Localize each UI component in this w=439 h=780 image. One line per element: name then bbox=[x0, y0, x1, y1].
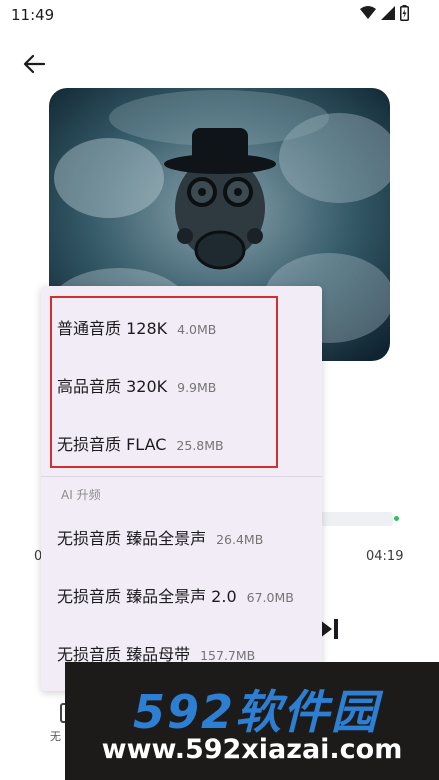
status-bar: 11:49 bbox=[0, 0, 439, 32]
status-icons bbox=[360, 5, 409, 21]
battery-icon bbox=[400, 5, 409, 21]
status-time: 11:49 bbox=[11, 6, 55, 24]
watermark-banner: 592软件园 www.592xiazai.com bbox=[65, 662, 439, 780]
quality-item-standard[interactable]: 普通音质 128K 4.0MB bbox=[57, 315, 216, 339]
quality-item-atmos-2[interactable]: 无损音质 臻品全景声 2.0 67.0MB bbox=[57, 583, 294, 607]
quality-name: 无损音质 臻品全景声 2.0 bbox=[57, 587, 237, 606]
signal-icon bbox=[381, 6, 395, 20]
progress-indicator bbox=[394, 516, 399, 521]
menu-divider bbox=[41, 476, 322, 477]
quality-size: 25.8MB bbox=[176, 438, 224, 453]
quality-size: 9.9MB bbox=[177, 380, 217, 395]
quality-name: 无损音质 臻品全景声 bbox=[57, 529, 207, 548]
quality-name: 普通音质 128K bbox=[57, 319, 168, 338]
quality-size: 4.0MB bbox=[177, 322, 217, 337]
quality-item-flac[interactable]: 无损音质 FLAC 25.8MB bbox=[57, 431, 224, 455]
bottom-quality-label: 无 bbox=[50, 730, 61, 743]
quality-size: 157.7MB bbox=[200, 648, 256, 663]
ai-upscale-header: AI 升频 bbox=[61, 488, 101, 502]
quality-menu: 普通音质 128K 4.0MB 高品音质 320K 9.9MB 无损音质 FLA… bbox=[41, 286, 322, 691]
quality-name: 高品音质 320K bbox=[57, 377, 168, 396]
quality-name: 无损音质 FLAC bbox=[57, 435, 167, 454]
watermark-url: www.592xiazai.com bbox=[101, 734, 403, 765]
arrow-left-icon bbox=[23, 54, 45, 74]
wifi-icon bbox=[360, 6, 376, 19]
time-total: 04:19 bbox=[366, 549, 404, 564]
quality-size: 26.4MB bbox=[216, 532, 264, 547]
quality-size: 67.0MB bbox=[246, 590, 294, 605]
watermark-brand: 592软件园 bbox=[132, 685, 380, 739]
quality-item-high[interactable]: 高品音质 320K 9.9MB bbox=[57, 373, 216, 397]
quality-item-atmos[interactable]: 无损音质 臻品全景声 26.4MB bbox=[57, 525, 263, 549]
back-button[interactable] bbox=[20, 50, 48, 78]
